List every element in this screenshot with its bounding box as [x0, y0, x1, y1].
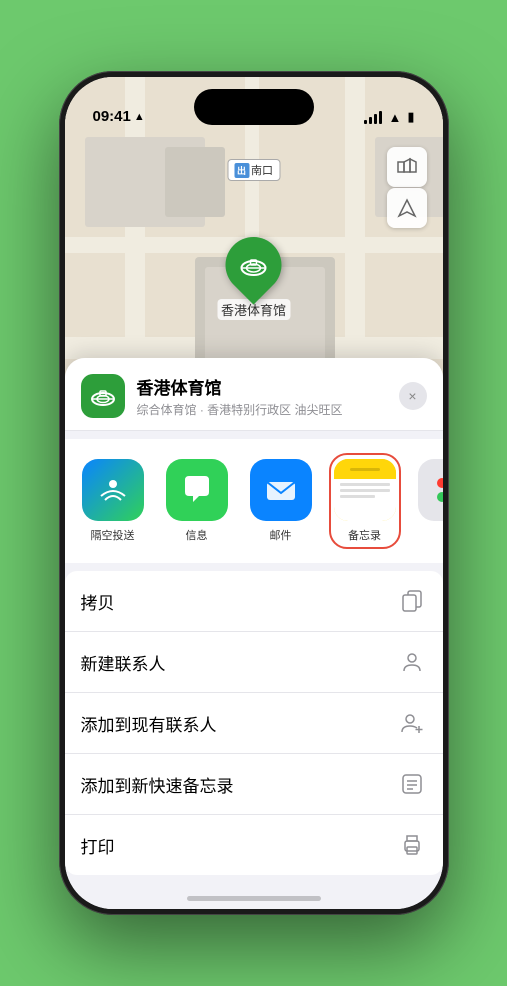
home-indicator — [187, 896, 321, 901]
print-svg — [401, 834, 423, 856]
action-new-contact[interactable]: 新建联系人 — [65, 632, 443, 693]
map-type-icon — [397, 157, 417, 177]
time-display: 09:41 — [93, 108, 131, 125]
marker-pin — [214, 225, 293, 304]
quick-note-icon — [397, 769, 427, 799]
new-contact-icon — [397, 647, 427, 677]
notes-icon — [334, 459, 396, 521]
action-add-quick-note[interactable]: 添加到新快速备忘录 — [65, 754, 443, 815]
battery-icon: ▮ — [407, 109, 414, 125]
more-icon — [418, 459, 443, 521]
status-icons: ▲ ▮ — [364, 109, 414, 125]
mail-svg — [263, 472, 299, 508]
messages-svg — [179, 472, 215, 508]
bottom-sheet: 香港体育馆 综合体育馆 · 香港特别行政区 油尖旺区 × — [65, 358, 443, 909]
add-quick-note-label: 添加到新快速备忘录 — [81, 772, 234, 797]
marker-icon-inner — [235, 247, 271, 283]
copy-icon — [397, 586, 427, 616]
status-time: 09:41 ▲ — [93, 108, 145, 125]
south-exit-text: 南口 — [251, 162, 273, 178]
venue-subtitle: 综合体育馆 · 香港特别行政区 油尖旺区 — [137, 401, 387, 418]
venue-icon-svg — [238, 250, 268, 280]
copy-label: 拷贝 — [81, 589, 115, 614]
location-button[interactable] — [387, 188, 427, 228]
sheet-header: 香港体育馆 综合体育馆 · 香港特别行政区 油尖旺区 × — [65, 358, 443, 431]
share-item-more[interactable]: 推 — [413, 459, 443, 543]
copy-svg — [401, 590, 423, 612]
messages-icon — [166, 459, 228, 521]
wifi-icon: ▲ — [388, 110, 401, 125]
person-svg — [401, 651, 423, 673]
dots-row2 — [437, 492, 443, 502]
notes-line1 — [340, 483, 390, 486]
add-existing-contact-label: 添加到现有联系人 — [81, 711, 217, 736]
notes-top-line — [350, 468, 380, 471]
dot-red — [437, 478, 443, 488]
notes-header — [334, 459, 396, 479]
dynamic-island — [194, 89, 314, 125]
venue-stadium-icon — [89, 382, 117, 410]
venue-name: 香港体育馆 — [137, 374, 387, 399]
share-item-airdrop[interactable]: 隔空投送 — [77, 459, 149, 543]
share-item-mail[interactable]: 邮件 — [245, 459, 317, 543]
phone-frame: 09:41 ▲ ▲ ▮ — [59, 71, 449, 915]
location-arrow-icon — [397, 198, 417, 218]
signal-icon — [364, 111, 382, 124]
phone-screen: 09:41 ▲ ▲ ▮ — [65, 77, 443, 909]
print-label: 打印 — [81, 833, 115, 858]
venue-marker: 香港体育馆 — [217, 237, 290, 320]
action-copy[interactable]: 拷贝 — [65, 571, 443, 632]
airdrop-label: 隔空投送 — [91, 527, 135, 543]
map-controls[interactable] — [387, 147, 427, 228]
more-dots — [437, 478, 443, 502]
airdrop-icon — [82, 459, 144, 521]
share-item-notes[interactable]: 备忘录 — [329, 453, 401, 549]
print-icon — [397, 830, 427, 860]
share-item-messages[interactable]: 信息 — [161, 459, 233, 543]
venue-info: 香港体育馆 综合体育馆 · 香港特别行政区 油尖旺区 — [137, 374, 387, 418]
dots-row1 — [437, 478, 443, 488]
notes-line3 — [340, 495, 375, 498]
airdrop-svg — [97, 474, 129, 506]
mail-icon — [250, 459, 312, 521]
close-button[interactable]: × — [399, 382, 427, 410]
dot-green — [437, 492, 443, 502]
notes-line2 — [340, 489, 390, 492]
messages-label: 信息 — [186, 527, 208, 543]
notes-body — [334, 479, 396, 521]
person-add-svg — [401, 712, 423, 734]
close-icon: × — [408, 388, 416, 404]
location-active-icon: ▲ — [134, 111, 145, 123]
mail-label: 邮件 — [270, 527, 292, 543]
share-row: 隔空投送 信息 — [65, 439, 443, 563]
new-contact-label: 新建联系人 — [81, 650, 166, 675]
map-type-button[interactable] — [387, 147, 427, 187]
south-exit-label: 出 南口 — [227, 159, 280, 181]
action-print[interactable]: 打印 — [65, 815, 443, 875]
notes-label: 备忘录 — [348, 527, 381, 543]
exit-badge: 出 — [234, 163, 249, 178]
note-svg — [401, 773, 423, 795]
venue-app-icon — [81, 374, 125, 418]
add-contact-icon — [397, 708, 427, 738]
action-add-existing-contact[interactable]: 添加到现有联系人 — [65, 693, 443, 754]
action-list: 拷贝 新建联系人 — [65, 571, 443, 875]
